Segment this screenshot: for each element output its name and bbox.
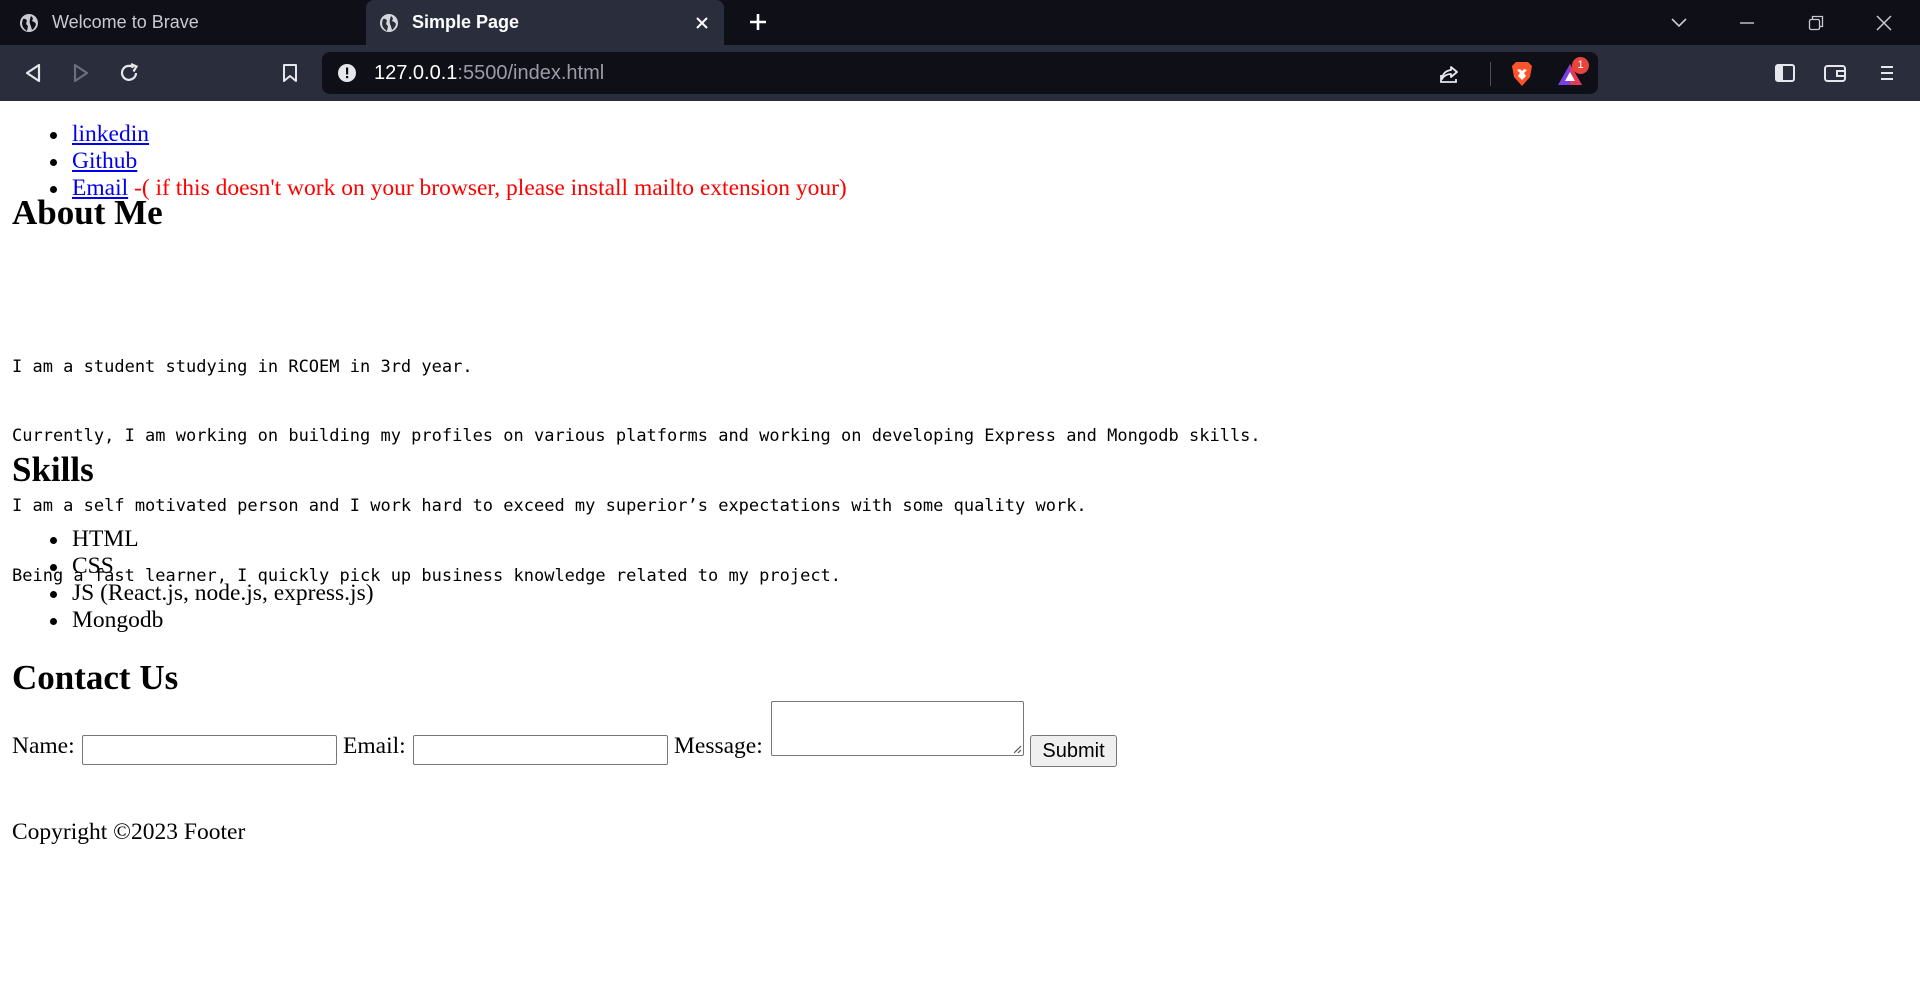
tab-title: Simple Page (412, 12, 520, 32)
social-links: linkedin Github Email -( if this doesn't… (50, 121, 847, 202)
github-link[interactable]: Github (72, 148, 137, 174)
skill-item: Mongodb (50, 607, 374, 634)
name-label: Name: (12, 733, 75, 759)
url-path: :5500/index.html (457, 62, 605, 84)
globe-icon (378, 12, 400, 34)
about-line: Currently, I am working on building my p… (12, 426, 1261, 447)
linkedin-link[interactable]: linkedin (72, 121, 149, 147)
list-item: Email -( if this doesn't work on your br… (50, 175, 847, 202)
message-label: Message: (674, 733, 763, 759)
name-input[interactable] (82, 735, 337, 765)
close-tab-icon[interactable] (690, 11, 714, 35)
about-heading: About Me (12, 193, 163, 232)
list-item: linkedin (50, 121, 847, 148)
new-tab-button[interactable] (745, 9, 771, 35)
menu-icon[interactable] (1872, 58, 1902, 88)
email-input[interactable] (413, 735, 668, 765)
skill-item: JS (React.js, node.js, express.js) (50, 580, 374, 606)
skills-list: HTML CSS JS (React.js, node.js, express.… (50, 526, 374, 634)
minimize-icon[interactable] (1733, 9, 1761, 37)
globe-icon (18, 12, 40, 34)
bookmark-icon[interactable] (275, 58, 305, 88)
url-host: 127.0.0.1 (374, 62, 458, 84)
contact-heading: Contact Us (12, 658, 179, 697)
skills-heading: Skills (12, 450, 94, 489)
restore-icon[interactable] (1802, 9, 1830, 37)
about-line: I am a student studying in RCOEM in 3rd … (12, 356, 473, 377)
share-icon[interactable] (1436, 61, 1462, 87)
reload-icon[interactable] (114, 58, 144, 88)
back-icon[interactable] (18, 58, 48, 88)
brave-rewards-icon[interactable]: 1 (1556, 57, 1590, 88)
skill-item: CSS (50, 553, 374, 580)
divider (1490, 62, 1491, 86)
address-bar[interactable]: 127.0.0.1:5500/index.html 1 (322, 52, 1598, 94)
tab-welcome[interactable]: Welcome to Brave (0, 0, 364, 45)
tab-simple-page[interactable]: Simple Page (366, 0, 724, 45)
footer: Copyright ©2023 Footer (12, 819, 246, 845)
site-info-icon[interactable] (336, 62, 358, 84)
notification-badge: 1 (1572, 57, 1589, 74)
wallet-icon[interactable] (1820, 58, 1850, 88)
email-label: Email: (343, 733, 406, 759)
tab-search-chevron-icon[interactable] (1665, 9, 1693, 37)
sidebar-icon[interactable] (1770, 58, 1800, 88)
email-note: -( if this doesn't work on your browser,… (134, 175, 847, 201)
tab-strip: Welcome to Brave Simple Page (0, 0, 1920, 45)
close-window-icon[interactable] (1870, 9, 1898, 37)
submit-button[interactable]: Submit (1030, 735, 1117, 767)
brave-shields-icon[interactable] (1508, 59, 1536, 89)
url-text: 127.0.0.1:5500/index.html (374, 62, 604, 84)
tab-title: Welcome to Brave (52, 12, 199, 32)
list-item: Github (50, 148, 847, 175)
page-content: linkedin Github Email -( if this doesn't… (0, 101, 1920, 1000)
resize-grip-icon[interactable] (1010, 742, 1022, 754)
about-line: I am a self motivated person and I work … (12, 496, 1087, 517)
skill-item: HTML (50, 526, 374, 553)
message-textarea[interactable] (771, 701, 1024, 756)
forward-icon[interactable] (66, 58, 96, 88)
